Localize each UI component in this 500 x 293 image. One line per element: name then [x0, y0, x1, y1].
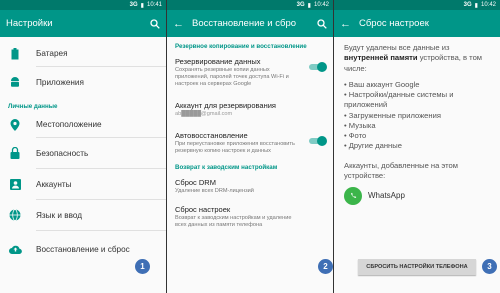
android-icon [8, 75, 22, 89]
page-title: Сброс настроек [359, 18, 429, 29]
step-badge: 3 [482, 259, 497, 274]
settings-item-language[interactable]: Язык и ввод [0, 200, 166, 230]
list-item: Музыка [344, 121, 490, 131]
network-indicator: 3G [129, 2, 138, 8]
settings-item-label: Батарея [36, 49, 68, 58]
intro-text: Будут удалены все данные из внутренней п… [344, 43, 483, 73]
step-badge: 1 [135, 259, 150, 274]
account-icon [8, 177, 22, 191]
battery-status-icon: ▮ [140, 2, 144, 9]
app-bar: ← Сброс настроек [334, 10, 500, 37]
backup-toggle[interactable] [309, 62, 327, 72]
reset-warning: Будут удалены все данные из внутренней п… [334, 37, 500, 211]
backup-data-item[interactable]: Резервирование данных Сохранять резервны… [167, 52, 333, 93]
settings-item-label: Безопасность [36, 148, 89, 158]
item-title: Автовосстановление [175, 130, 248, 140]
autorestore-toggle[interactable] [309, 135, 327, 146]
section-header-backup: Резервное копирование и восстановление [175, 43, 307, 50]
settings-item-apps[interactable]: Приложения [0, 67, 166, 97]
lock-icon [8, 146, 22, 160]
item-description: Возврат к заводским настройкам и удалени… [175, 214, 292, 228]
section-header-factory: Возврат к заводским настройкам [175, 163, 278, 171]
settings-item-label: Местоположение [36, 120, 102, 129]
drm-reset-item[interactable]: Сброс DRM Удаление всех DRM-лицензий [167, 173, 333, 200]
search-icon[interactable] [150, 18, 160, 29]
network-indicator: 3G [296, 2, 305, 8]
item-title: Сброс настроек [175, 204, 231, 214]
account-label: WhatsApp [368, 190, 405, 200]
data-list: Ваш аккаунт Google Настройки/данные сист… [344, 80, 490, 152]
list-item: Загруженные приложения [344, 111, 490, 121]
factory-reset-screen: 3G ▮ 10:42 ← Сброс настроек Будут удален… [334, 0, 500, 293]
clock: 10:42 [313, 2, 329, 8]
list-item: Фото [344, 131, 490, 141]
item-description: Сохранять резервные копии данных приложе… [175, 67, 289, 87]
settings-item-accounts[interactable]: Аккаунты [0, 169, 166, 199]
search-icon[interactable] [317, 18, 327, 29]
battery-icon [8, 47, 22, 61]
battery-status-icon: ▮ [307, 2, 311, 9]
app-bar: ← Восстановление и сбро [167, 10, 333, 37]
settings-item-label: Приложения [36, 77, 84, 87]
status-bar: 3G ▮ 10:42 [334, 0, 500, 10]
account-email: ab█████@gmail.com [175, 110, 233, 117]
accounts-text: Аккаунты, добавленные на этом устройстве… [344, 160, 458, 180]
list-item: Ваш аккаунт Google [344, 80, 490, 90]
cloud-backup-icon [8, 242, 22, 256]
factory-reset-item[interactable]: Сброс настроек Возврат к заводским настр… [167, 200, 333, 234]
status-bar: 3G ▮ 10:41 [0, 0, 166, 10]
whatsapp-icon [344, 187, 362, 205]
settings-item-location[interactable]: Местоположение [0, 112, 166, 137]
list-item: Другие данные [344, 141, 490, 151]
backup-reset-screen: 3G ▮ 10:42 ← Восстановление и сбро Резер… [167, 0, 333, 293]
item-title: Резервирование данных [175, 57, 261, 66]
item-title: Аккаунт для резервирования [175, 100, 276, 110]
clock: 10:42 [480, 2, 496, 8]
settings-screen: 3G ▮ 10:41 Настройки Батарея Приложения … [0, 0, 166, 293]
item-description: При переустановке приложения восстановит… [175, 140, 295, 154]
item-title: Сброс DRM [175, 177, 216, 187]
step-badge: 2 [318, 259, 333, 274]
clock: 10:41 [146, 2, 162, 8]
page-title: Настройки [6, 18, 53, 29]
tutorial-collage: 3G ▮ 10:41 Настройки Батарея Приложения … [0, 0, 500, 293]
settings-item-label: Аккаунты [36, 179, 72, 189]
settings-item-label: Восстановление и сброс [36, 244, 130, 254]
battery-status-icon: ▮ [474, 2, 478, 9]
settings-item-label: Язык и ввод [36, 210, 83, 220]
account-whatsapp: WhatsApp [344, 187, 490, 205]
location-icon [8, 118, 22, 132]
reset-phone-button[interactable]: СБРОСИТЬ НАСТРОЙКИ ТЕЛЕФОНА [358, 259, 476, 275]
status-bar: 3G ▮ 10:42 [167, 0, 333, 10]
backup-account-item[interactable]: Аккаунт для резервирования ab█████@gmail… [167, 93, 333, 123]
back-arrow-icon[interactable]: ← [173, 18, 184, 30]
globe-icon [8, 208, 22, 222]
settings-item-battery[interactable]: Батарея [0, 41, 166, 66]
settings-item-security[interactable]: Безопасность [0, 138, 166, 168]
item-description: Удаление всех DRM-лицензий [175, 187, 254, 194]
page-title: Восстановление и сбро [192, 18, 297, 29]
list-item: Настройки/данные системы и приложений [344, 90, 490, 111]
app-bar: Настройки [0, 10, 166, 37]
back-arrow-icon[interactable]: ← [340, 18, 351, 30]
section-header-personal: Личные данные [8, 103, 58, 110]
autorestore-item[interactable]: Автовосстановление При переустановке при… [167, 123, 333, 160]
network-indicator: 3G [463, 2, 472, 8]
